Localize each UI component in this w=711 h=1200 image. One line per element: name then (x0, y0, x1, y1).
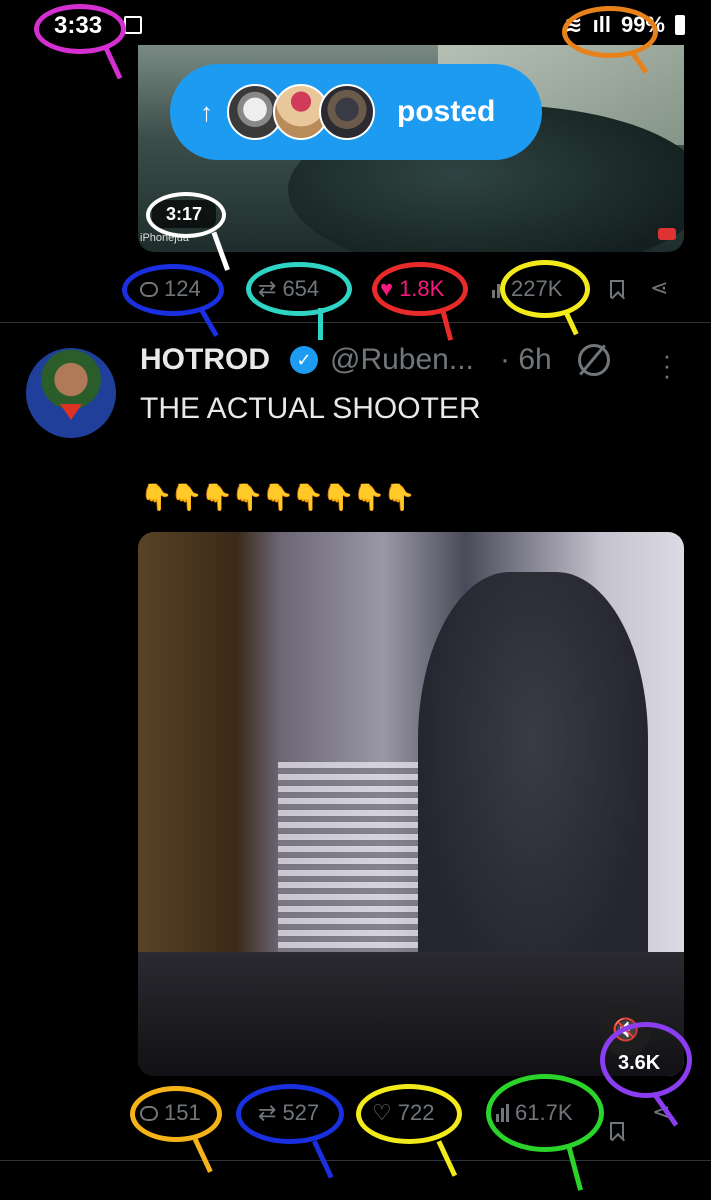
avatar (319, 84, 375, 140)
youtube-icon (658, 228, 676, 240)
annotation-circle (236, 1084, 344, 1144)
verified-badge-icon: ✓ (290, 346, 318, 374)
annotation-circle (246, 262, 352, 316)
post-time[interactable]: · 6h (500, 343, 552, 377)
avatar[interactable] (26, 348, 116, 438)
pill-avatars (227, 84, 375, 140)
annotation-tail (563, 306, 585, 336)
new-posts-pill[interactable]: ↑ posted (170, 64, 542, 160)
annotation-circle (486, 1074, 604, 1152)
post-text: THE ACTUAL SHOOTER (140, 392, 481, 425)
annotation-circle (600, 1022, 692, 1098)
annotation-tail (199, 305, 225, 337)
annotation-tail (103, 42, 131, 80)
divider (0, 322, 711, 323)
bookmark-icon[interactable] (610, 1122, 624, 1140)
image-notification-icon (124, 16, 142, 34)
post2-video[interactable] (138, 532, 684, 1076)
annotation-tail (436, 1137, 464, 1177)
annotation-circle (500, 260, 590, 318)
share-icon[interactable]: ⋖ (650, 275, 668, 301)
bookmark-icon[interactable] (610, 280, 624, 298)
annotation-circle (356, 1084, 462, 1144)
display-name[interactable]: HOTROD (140, 343, 270, 377)
annotation-circle (372, 262, 468, 316)
annotation-tail (318, 308, 328, 340)
battery-icon (675, 15, 685, 35)
annotation-tail (192, 1135, 220, 1173)
annotation-tail (566, 1143, 590, 1191)
divider (0, 1160, 711, 1161)
annotation-circle (130, 1086, 222, 1142)
arrow-up-icon: ↑ (200, 96, 213, 127)
more-options-icon[interactable]: · · · (662, 342, 672, 388)
pill-label: posted (397, 95, 496, 128)
grok-icon[interactable] (578, 344, 610, 376)
annotation-tail (440, 307, 458, 341)
emoji-row: 👇👇👇👇👇👇👇👇👇 (140, 482, 415, 512)
user-handle[interactable]: @Ruben... (330, 343, 474, 377)
annotation-tail (312, 1137, 340, 1179)
